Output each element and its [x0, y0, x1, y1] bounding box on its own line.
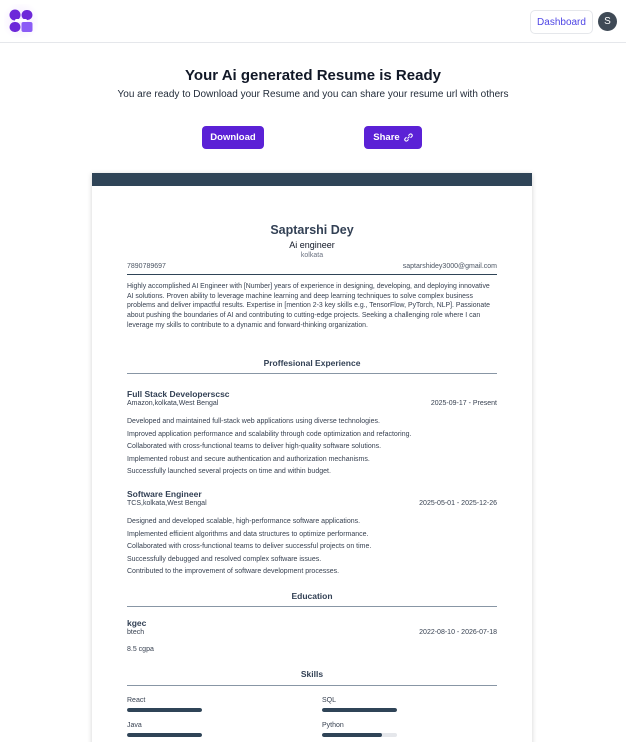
list-item: Successfully launched several projects o…: [127, 468, 331, 475]
education-item: kgec btech 2022-08-10 - 2026-07-18 8.5 c…: [127, 618, 497, 653]
skill-name: SQL: [322, 697, 337, 704]
skill-bar: [127, 708, 202, 712]
download-button-label: Download: [210, 132, 256, 143]
list-item: Collaborated with cross-functional teams…: [127, 543, 372, 550]
app-logo[interactable]: [4, 4, 38, 38]
skill-bar-fill: [127, 708, 202, 712]
experience-section-title: Proffesional Experience: [263, 358, 361, 368]
resume-email: saptarshidey3000@gmail.com: [402, 263, 497, 270]
list-item: Contributed to the improvement of softwa…: [127, 568, 340, 575]
skill-bar-fill: [127, 733, 202, 737]
skill-name: Python: [322, 722, 344, 729]
page-subtitle: You are ready to Download your Resume an…: [117, 89, 509, 100]
experience-item: Full Stack Developerscsc Amazon,kolkata,…: [127, 389, 497, 479]
list-item: Designed and developed scalable, high-pe…: [127, 518, 361, 525]
top-navbar: Dashboard S: [0, 0, 626, 43]
resume-job-title: Ai engineer: [289, 240, 335, 250]
experience-company: Amazon,kolkata,West Bengal: [127, 400, 219, 407]
contact-divider: [127, 274, 497, 275]
education-grade: 8.5 cgpa: [127, 646, 154, 653]
list-item: Implemented efficient algorithms and dat…: [127, 530, 369, 538]
skill-name: Java: [127, 722, 142, 729]
resume-phone: 7890789697: [127, 263, 166, 270]
experience-company: TCS,kolkata,West Bengal: [127, 500, 207, 507]
download-button[interactable]: Download: [202, 126, 264, 149]
skill-item: Java: [127, 722, 207, 737]
experience-meta: TCS,kolkata,West Bengal 2025-05-01 - 202…: [127, 500, 497, 509]
education-school: kgec: [127, 618, 147, 628]
experience-dates: 2025-09-17 - Present: [430, 400, 497, 407]
skill-name: React: [127, 697, 146, 704]
list-item: Implemented robust and secure authentica…: [127, 455, 370, 463]
avatar[interactable]: S: [598, 12, 617, 31]
list-item: Improved application performance and sca…: [127, 430, 412, 438]
skill-item: SQL: [322, 697, 402, 712]
experience-dates: 2025-05-01 - 2025-12-26: [419, 500, 497, 507]
skills-divider: [127, 685, 497, 686]
skill-bar: [322, 733, 397, 737]
link-icon: [403, 133, 413, 142]
experience-meta: Amazon,kolkata,West Bengal 2025-09-17 - …: [127, 400, 497, 409]
page-title: Your Ai generated Resume is Ready: [185, 67, 441, 84]
share-button-label: Share: [373, 132, 400, 143]
list-item: Developed and maintained full-stack web …: [127, 418, 380, 425]
skills-section-title: Skills: [300, 669, 324, 679]
education-degree: btech: [127, 629, 145, 636]
logo-icon: [9, 9, 33, 32]
skill-item: Python: [322, 722, 402, 737]
education-divider: [127, 606, 497, 607]
skill-bar-fill: [322, 708, 397, 712]
education-dates: 2022-08-10 - 2026-07-18: [419, 629, 497, 636]
experience-title: Full Stack Developerscsc: [127, 389, 230, 399]
skill-bar-fill: [322, 733, 382, 737]
resume-header-bar: [92, 173, 532, 186]
list-item: Collaborated with cross-functional teams…: [127, 443, 382, 450]
resume-summary: Highly accomplished AI Engineer with [Nu…: [127, 283, 490, 329]
skill-bar: [127, 733, 202, 737]
resume-preview: Saptarshi Dey Ai engineer kolkata 789078…: [92, 173, 532, 742]
experience-item: Software Engineer TCS,kolkata,West Benga…: [127, 489, 497, 579]
resume-location: kolkata: [300, 252, 324, 259]
skill-item: React: [127, 697, 207, 712]
share-button[interactable]: Share: [364, 126, 422, 149]
experience-bullets: Designed and developed scalable, high-pe…: [127, 516, 497, 579]
education-meta: btech 2022-08-10 - 2026-07-18: [127, 629, 497, 638]
experience-bullets: Developed and maintained full-stack web …: [127, 416, 497, 479]
skill-bar: [322, 708, 397, 712]
experience-divider: [127, 373, 497, 374]
list-item: Successfully debugged and resolved compl…: [127, 555, 322, 563]
resume-name: Saptarshi Dey: [270, 223, 354, 237]
experience-title: Software Engineer: [127, 489, 202, 499]
dashboard-button[interactable]: Dashboard: [530, 10, 593, 34]
education-section-title: Education: [291, 591, 333, 601]
